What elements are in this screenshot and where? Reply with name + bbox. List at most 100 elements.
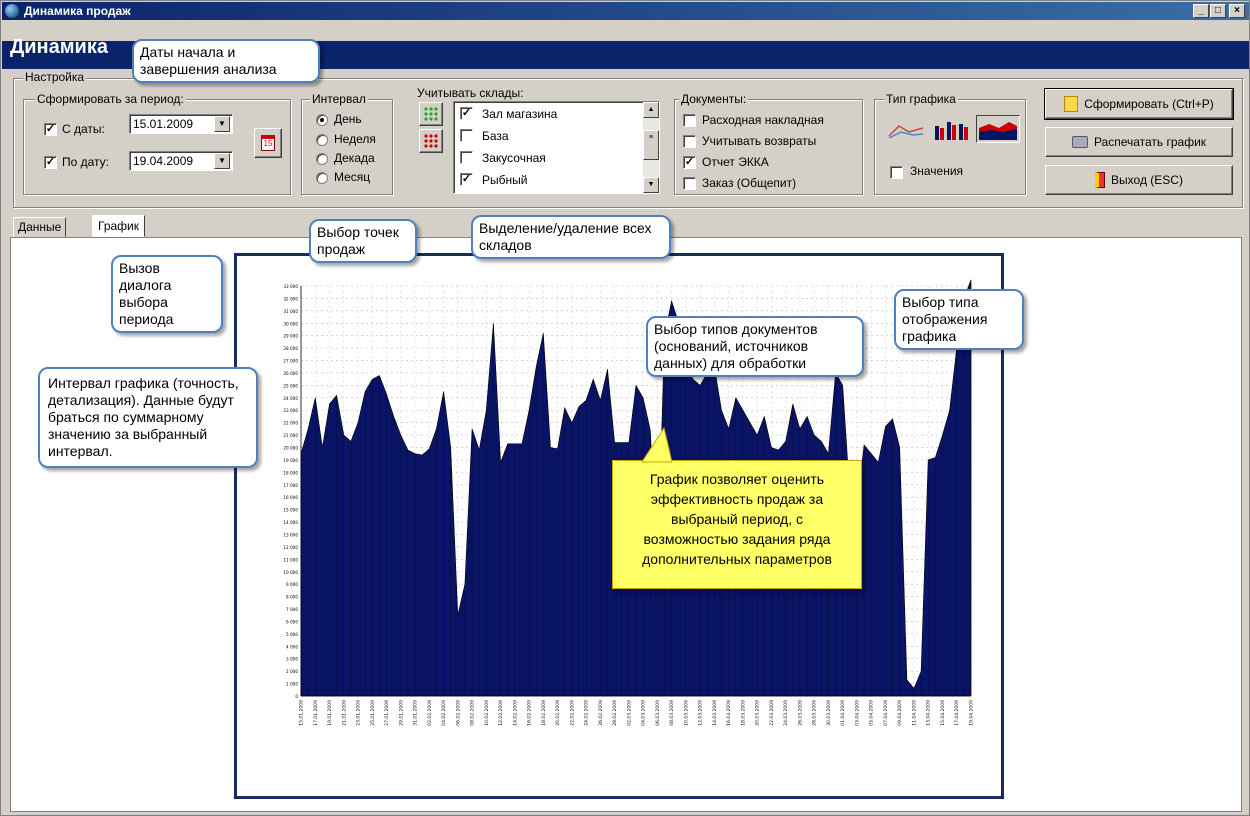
y-tick-label: 19 000 — [283, 458, 298, 463]
warehouse-item-hall[interactable]: ✓ Зал магазина — [458, 104, 638, 124]
x-tick-label: 26.02.2009 — [598, 700, 604, 726]
interval-label-decade: Декада — [334, 151, 375, 165]
x-tick-label: 26.03.2009 — [797, 700, 803, 726]
build-button[interactable]: Сформировать (Ctrl+P) — [1044, 88, 1234, 120]
warehouses-listbox[interactable]: ✓ Зал магазина База Закусочная ✓ Рыбный ▲ … — [453, 101, 660, 194]
x-tick-label: 10.03.2009 — [683, 700, 689, 726]
y-tick-label: 25 000 — [283, 383, 298, 388]
y-tick-label: 31 000 — [283, 309, 298, 314]
doc-checkbox-invoice[interactable] — [683, 114, 696, 127]
warehouse-checkbox-snack[interactable] — [460, 151, 473, 164]
values-label: Значения — [910, 164, 964, 178]
title-bar[interactable]: Динамика продаж _ □ × — [2, 2, 1249, 20]
interval-label-week: Неделя — [334, 132, 376, 146]
red-dots-icon — [424, 134, 438, 148]
chart-type-group — [874, 99, 1026, 195]
interval-radio-month[interactable] — [316, 172, 328, 184]
line-chart-icon[interactable] — [887, 118, 927, 142]
x-tick-label: 12.02.2009 — [498, 700, 504, 726]
x-tick-label: 04.03.2009 — [641, 700, 647, 726]
print-button[interactable]: Распечатать график — [1045, 127, 1233, 157]
warehouse-checkbox-fish[interactable]: ✓ — [460, 173, 473, 186]
y-tick-label: 14 000 — [283, 520, 298, 525]
y-tick-label: 9 000 — [286, 582, 298, 587]
doc-checkbox-ekka[interactable]: ✓ — [683, 156, 696, 169]
values-checkbox[interactable] — [890, 166, 903, 179]
tab-chart[interactable]: График — [92, 215, 145, 237]
x-tick-label: 10.02.2009 — [484, 700, 490, 726]
interval-radio-day[interactable] — [316, 114, 328, 126]
interval-radio-week[interactable] — [316, 134, 328, 146]
x-tick-label: 08.03.2009 — [669, 700, 675, 726]
calendar-button[interactable]: 15 — [254, 128, 282, 158]
warehouse-checkbox-base[interactable] — [460, 129, 473, 142]
scroll-thumb[interactable]: ≡ — [643, 130, 659, 160]
y-tick-label: 30 000 — [283, 321, 298, 326]
x-tick-label: 14.02.2009 — [512, 700, 518, 726]
warehouse-item-snack[interactable]: Закусочная — [458, 148, 638, 168]
interval-legend: Интервал — [310, 92, 368, 106]
y-tick-label: 33 000 — [283, 284, 298, 289]
scroll-down-button[interactable]: ▼ — [643, 177, 659, 193]
to-date-label: По дату: — [62, 155, 110, 169]
note-pointer — [641, 426, 672, 463]
y-tick-label: 26 000 — [283, 371, 298, 376]
to-date-dropdown-button[interactable]: ▼ — [214, 153, 230, 169]
y-tick-label: 27 000 — [283, 359, 298, 364]
listbox-scrollbar[interactable]: ▲ ≡ ▼ — [643, 102, 659, 193]
interval-label-day: День — [334, 112, 362, 126]
doc-label-ekka: Отчет ЭККА — [702, 155, 769, 169]
x-tick-label: 09.04.2009 — [897, 700, 903, 726]
area-chart-icon[interactable] — [976, 115, 1020, 143]
x-tick-label: 19.01.2009 — [327, 700, 333, 726]
interval-radio-decade[interactable] — [316, 153, 328, 165]
y-tick-label: 17 000 — [283, 483, 298, 488]
maximize-button[interactable]: □ — [1210, 4, 1226, 18]
x-tick-label: 02.02.2009 — [427, 700, 433, 726]
y-tick-label: 6 000 — [286, 619, 298, 624]
x-tick-label: 06.02.2009 — [455, 700, 461, 726]
y-tick-label: 8 000 — [286, 595, 298, 600]
y-tick-label: 3 000 — [286, 657, 298, 662]
x-tick-label: 23.01.2009 — [356, 700, 362, 726]
tab-data[interactable]: Данные — [13, 217, 67, 237]
x-tick-label: 16.03.2009 — [726, 700, 732, 726]
x-tick-label: 03.04.2009 — [854, 700, 860, 726]
build-button-label: Сформировать (Ctrl+P) — [1084, 97, 1214, 111]
x-tick-label: 11.04.2009 — [911, 700, 917, 726]
printer-icon — [1071, 136, 1088, 148]
deselect-all-warehouses-button[interactable] — [419, 129, 443, 153]
y-tick-label: 0 — [295, 694, 298, 699]
x-tick-label: 31.01.2009 — [413, 700, 419, 726]
y-tick-label: 5 000 — [286, 632, 298, 637]
from-date-dropdown-button[interactable]: ▼ — [214, 116, 230, 132]
y-tick-label: 7 000 — [286, 607, 298, 612]
warehouse-item-base[interactable]: База — [458, 126, 638, 146]
doc-checkbox-order[interactable] — [683, 177, 696, 190]
x-tick-label: 20.02.2009 — [555, 700, 561, 726]
close-button[interactable]: × — [1229, 4, 1245, 18]
warehouse-checkbox-hall[interactable]: ✓ — [460, 107, 473, 120]
x-tick-label: 19.04.2009 — [969, 700, 975, 726]
to-date-checkbox[interactable]: ✓ — [44, 156, 57, 169]
scroll-up-button[interactable]: ▲ — [643, 102, 659, 118]
interval-label-month: Месяц — [334, 170, 371, 184]
callout-points: Выбор точек продаж — [309, 219, 417, 263]
build-icon — [1064, 96, 1079, 112]
select-all-warehouses-button[interactable] — [419, 102, 443, 126]
warehouse-label-base: База — [482, 129, 509, 143]
doc-checkbox-returns[interactable] — [683, 135, 696, 148]
doc-label-returns: Учитывать возвраты — [702, 134, 817, 148]
from-date-checkbox[interactable]: ✓ — [44, 123, 57, 136]
y-tick-label: 12 000 — [283, 545, 298, 550]
warehouse-item-fish[interactable]: ✓ Рыбный — [458, 170, 638, 190]
x-tick-label: 18.03.2009 — [740, 700, 746, 726]
exit-button[interactable]: Выход (ESC) — [1045, 165, 1233, 195]
bar-chart-icon[interactable] — [933, 118, 973, 142]
warehouse-label-snack: Закусочная — [482, 151, 546, 165]
x-tick-label: 24.03.2009 — [783, 700, 789, 726]
minimize-button[interactable]: _ — [1193, 4, 1209, 18]
from-date-label: С даты: — [62, 122, 105, 136]
x-tick-label: 28.03.2009 — [812, 700, 818, 726]
x-tick-label: 12.03.2009 — [698, 700, 704, 726]
